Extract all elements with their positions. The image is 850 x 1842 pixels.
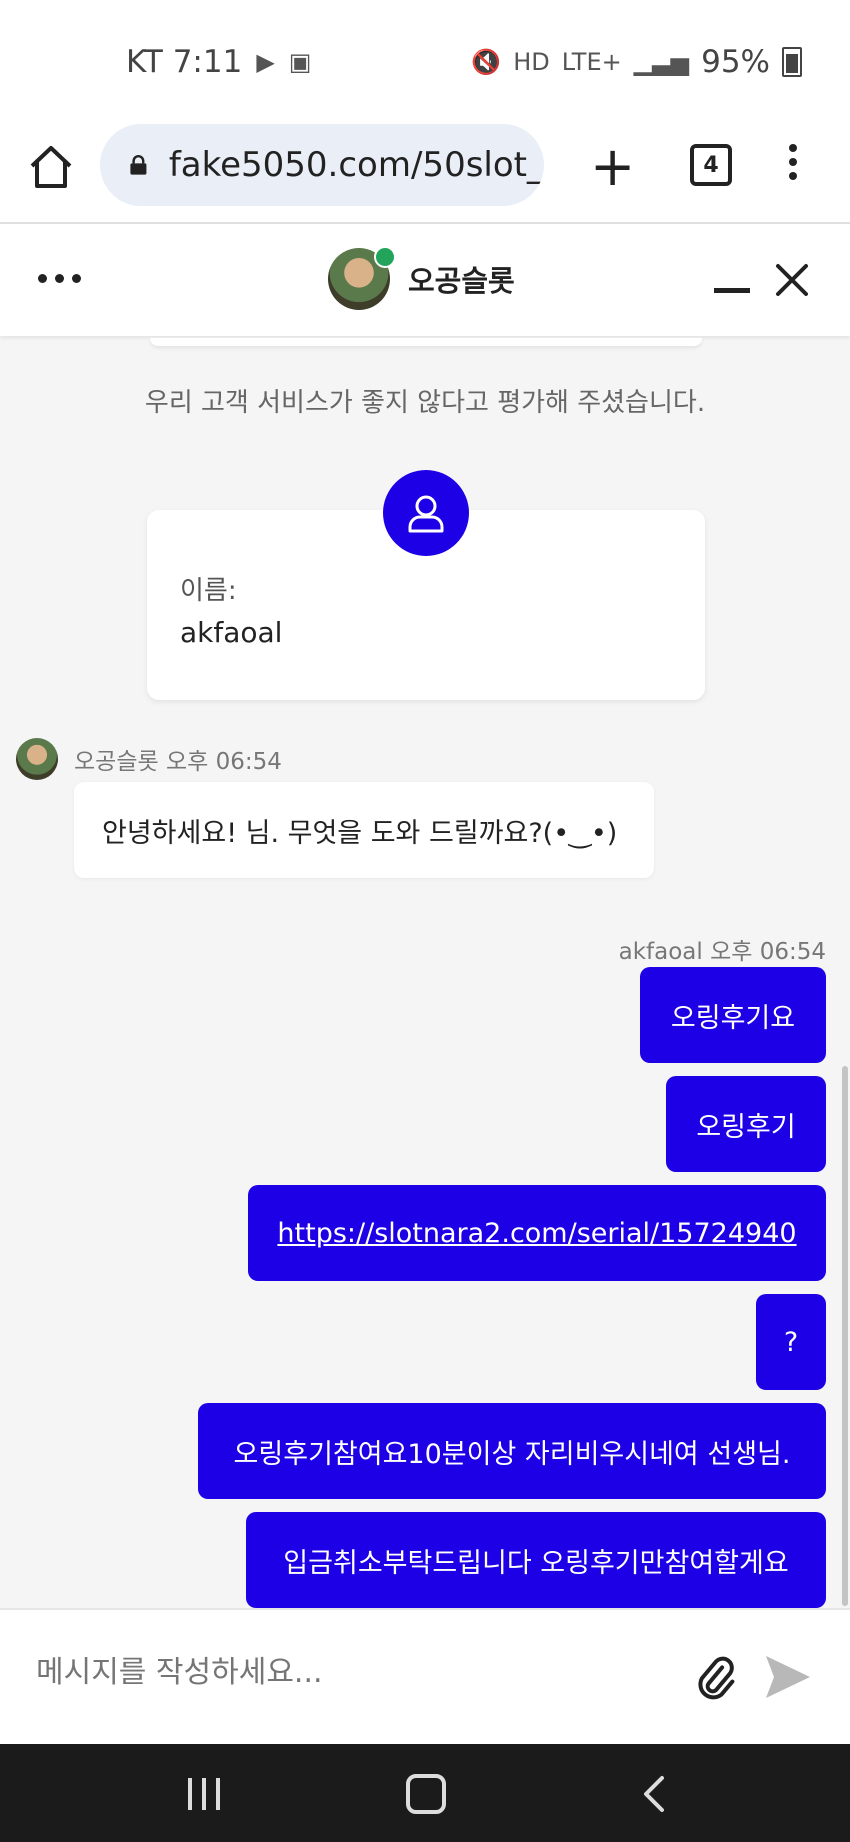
address-bar[interactable]: fake5050.com/50slot_	[100, 124, 544, 206]
new-tab-button[interactable]: +	[590, 140, 635, 194]
menu-dot-icon	[789, 172, 797, 180]
system-nav-bar	[0, 1744, 850, 1842]
send-icon[interactable]	[762, 1652, 814, 1702]
mute-icon: 🔇	[471, 48, 502, 76]
user-message: ?	[756, 1294, 826, 1390]
tab-switcher-button[interactable]: 4	[690, 144, 732, 186]
user-message: 오링후기	[666, 1076, 826, 1172]
lock-icon	[130, 155, 147, 175]
more-dot-icon	[72, 274, 81, 283]
recent-bar-icon	[188, 1778, 192, 1810]
paperclip-icon[interactable]	[692, 1654, 740, 1702]
system-note: 우리 고객 서비스가 좋지 않다고 평가해 주셨습니다.	[144, 388, 706, 418]
status-bar: KT 7:11 ▶ ▣ 🔇 HD LTE+ ▁▃▅ 95%	[0, 0, 850, 120]
agent-message-meta: 오공슬롯 오후 06:54	[16, 738, 282, 780]
chat-options-button[interactable]	[38, 274, 81, 283]
info-label: 이름:	[180, 576, 237, 606]
menu-dot-icon	[789, 144, 797, 152]
user-badge	[383, 470, 469, 556]
network-type: LTE+	[561, 48, 622, 76]
chat-header: 오공슬롯	[0, 224, 850, 336]
image-notification-icon: ▣	[288, 48, 312, 76]
more-dot-icon	[38, 274, 47, 283]
user-icon	[408, 495, 444, 533]
carrier-time: KT 7:11	[126, 44, 243, 80]
close-icon[interactable]	[772, 260, 812, 300]
chat-title: 오공슬롯	[408, 264, 515, 298]
browser-toolbar: fake5050.com/50slot_ + 4	[0, 120, 850, 224]
agent-identity: 오공슬롯	[328, 246, 515, 310]
message-composer	[0, 1608, 850, 1746]
chat-notification-icon: ▶	[256, 48, 275, 76]
agent-meta-text: 오공슬롯 오후 06:54	[74, 749, 282, 775]
battery-icon	[782, 47, 802, 77]
menu-dot-icon	[789, 158, 797, 166]
info-value: akfaoal	[180, 616, 283, 649]
more-dot-icon	[55, 274, 64, 283]
signal-icon: ▁▃▅	[633, 48, 690, 76]
previous-card	[150, 338, 702, 346]
battery-percent: 95%	[701, 44, 770, 80]
url-text[interactable]: fake5050.com/50slot_	[169, 145, 544, 185]
recent-bar-icon	[216, 1778, 220, 1810]
user-message: 입금취소부탁드립니다 오링후기만참여할게요	[246, 1512, 826, 1608]
chat-messages[interactable]: 우리 고객 서비스가 좋지 않다고 평가해 주셨습니다. 이름: akfaoal…	[0, 338, 850, 1608]
user-message-meta: akfaoal 오후 06:54	[618, 939, 826, 965]
back-icon[interactable]	[636, 1774, 676, 1814]
agent-avatar	[328, 246, 396, 310]
browser-menu-button[interactable]	[778, 140, 808, 190]
nav-home-button[interactable]	[406, 1774, 446, 1814]
home-icon[interactable]	[26, 142, 76, 192]
online-status-icon	[374, 246, 396, 268]
user-message: https://slotnara2.com/serial/15724940	[248, 1185, 826, 1281]
user-message: 오링후기요	[640, 967, 826, 1063]
scrollbar-thumb[interactable]	[842, 1066, 848, 1606]
hd-icon: HD	[513, 48, 550, 76]
minimize-button[interactable]	[714, 288, 750, 293]
recent-bar-icon	[202, 1778, 206, 1810]
agent-avatar-small	[16, 738, 58, 780]
message-input[interactable]	[34, 1654, 638, 1691]
agent-message: 안녕하세요! 님. 무엇을 도와 드릴까요?(•‿•)	[74, 782, 654, 878]
recent-apps-button[interactable]	[188, 1778, 220, 1810]
user-message: 오링후기참여요10분이상 자리비우시네여 선생님.	[198, 1403, 826, 1499]
status-right: 🔇 HD LTE+ ▁▃▅ 95%	[471, 44, 802, 80]
status-left: KT 7:11 ▶ ▣	[126, 44, 311, 80]
message-link[interactable]: https://slotnara2.com/serial/15724940	[277, 1218, 796, 1249]
